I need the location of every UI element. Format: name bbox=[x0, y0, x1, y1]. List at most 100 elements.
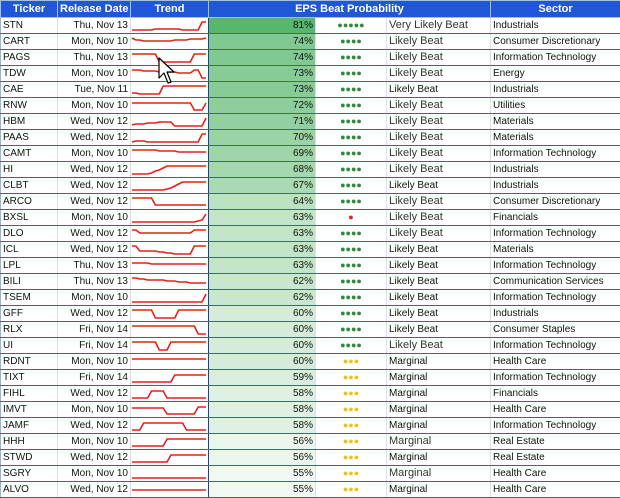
ticker-cell[interactable]: TIXT bbox=[1, 370, 58, 386]
table-row[interactable]: CLBTWed, Nov 1267%●●●●Likely BeatIndustr… bbox=[1, 178, 620, 194]
table-row[interactable]: TDWMon, Nov 1073%●●●●Likely BeatEnergy bbox=[1, 66, 620, 82]
ticker-cell[interactable]: CART bbox=[1, 34, 58, 50]
table-row[interactable]: DLOWed, Nov 1263%●●●●Likely BeatInformat… bbox=[1, 226, 620, 242]
sector-cell: Information Technology bbox=[491, 258, 620, 274]
sector-cell: Health Care bbox=[491, 466, 620, 482]
earnings-table: Ticker Release Date Trend EPS Beat Proba… bbox=[0, 0, 620, 498]
trend-sparkline-cell bbox=[131, 418, 209, 434]
trend-line bbox=[132, 263, 206, 264]
ticker-cell[interactable]: BXSL bbox=[1, 210, 58, 226]
table-row[interactable]: PAASWed, Nov 1270%●●●●Likely BeatMateria… bbox=[1, 130, 620, 146]
header-trend[interactable]: Trend bbox=[131, 1, 209, 18]
table-row[interactable]: LPLThu, Nov 1363%●●●●Likely BeatInformat… bbox=[1, 258, 620, 274]
trend-sparkline-cell bbox=[131, 274, 209, 290]
trend-sparkline-cell bbox=[131, 114, 209, 130]
ticker-cell[interactable]: ALVO bbox=[1, 482, 58, 498]
ticker-cell[interactable]: HI bbox=[1, 162, 58, 178]
release-date-cell: Mon, Nov 10 bbox=[58, 146, 131, 162]
table-row[interactable]: FIHLWed, Nov 1258%●●●MarginalFinancials bbox=[1, 386, 620, 402]
ticker-cell[interactable]: RNW bbox=[1, 98, 58, 114]
probability-value-cell: 60% bbox=[209, 338, 316, 354]
table-row[interactable]: CAETue, Nov 1173%●●●●Likely BeatIndustri… bbox=[1, 82, 620, 98]
table-row[interactable]: CAMTMon, Nov 1069%●●●●Likely BeatInforma… bbox=[1, 146, 620, 162]
sector-cell: Industrials bbox=[491, 18, 620, 34]
ticker-cell[interactable]: DLO bbox=[1, 226, 58, 242]
ticker-cell[interactable]: ARCO bbox=[1, 194, 58, 210]
ticker-cell[interactable]: BILI bbox=[1, 274, 58, 290]
ticker-cell[interactable]: PAAS bbox=[1, 130, 58, 146]
table-row[interactable]: BILIThu, Nov 1362%●●●●Likely BeatCommuni… bbox=[1, 274, 620, 290]
ticker-cell[interactable]: HHH bbox=[1, 434, 58, 450]
table-row[interactable]: STNThu, Nov 1381%●●●●●Very Likely BeatIn… bbox=[1, 18, 620, 34]
release-date-cell: Thu, Nov 13 bbox=[58, 258, 131, 274]
table-row[interactable]: ARCOWed, Nov 1264%●●●●Likely BeatConsume… bbox=[1, 194, 620, 210]
table-row[interactable]: ALVOWed, Nov 1255%●●●MarginalHealth Care bbox=[1, 482, 620, 498]
ticker-cell[interactable]: CAMT bbox=[1, 146, 58, 162]
probability-dots: ●●●● bbox=[316, 178, 387, 194]
ticker-cell[interactable]: UI bbox=[1, 338, 58, 354]
probability-value-cell: 74% bbox=[209, 34, 316, 50]
table-row[interactable]: TSEMMon, Nov 1062%●●●●Likely BeatInforma… bbox=[1, 290, 620, 306]
probability-dots: ●●● bbox=[316, 450, 387, 466]
probability-value-cell: 73% bbox=[209, 66, 316, 82]
trend-line bbox=[132, 54, 206, 62]
ticker-cell[interactable]: RLX bbox=[1, 322, 58, 338]
ticker-cell[interactable]: TDW bbox=[1, 66, 58, 82]
table-row[interactable]: JAMFWed, Nov 1258%●●●MarginalInformation… bbox=[1, 418, 620, 434]
table-row[interactable]: RLXFri, Nov 1460%●●●●Likely BeatConsumer… bbox=[1, 322, 620, 338]
ticker-cell[interactable]: RDNT bbox=[1, 354, 58, 370]
ticker-cell[interactable]: STWD bbox=[1, 450, 58, 466]
table-row[interactable]: STWDWed, Nov 1256%●●●MarginalReal Estate bbox=[1, 450, 620, 466]
ticker-cell[interactable]: LPL bbox=[1, 258, 58, 274]
table-row[interactable]: PAGSThu, Nov 1374%●●●●Likely BeatInforma… bbox=[1, 50, 620, 66]
probability-dots: ●●●● bbox=[316, 258, 387, 274]
ticker-cell[interactable]: ICL bbox=[1, 242, 58, 258]
ticker-cell[interactable]: CAE bbox=[1, 82, 58, 98]
table-row[interactable]: ICLWed, Nov 1263%●●●●Likely BeatMaterial… bbox=[1, 242, 620, 258]
trend-sparkline-cell bbox=[131, 146, 209, 162]
header-release-date[interactable]: Release Date bbox=[58, 1, 131, 18]
ticker-cell[interactable]: JAMF bbox=[1, 418, 58, 434]
trend-sparkline-cell bbox=[131, 194, 209, 210]
table-row[interactable]: CARTMon, Nov 1074%●●●●Likely BeatConsume… bbox=[1, 34, 620, 50]
table-row[interactable]: UIFri, Nov 1460%●●●●Likely BeatInformati… bbox=[1, 338, 620, 354]
table-row[interactable]: HBMWed, Nov 1271%●●●●Likely BeatMaterial… bbox=[1, 114, 620, 130]
probability-value-cell: 72% bbox=[209, 98, 316, 114]
ticker-cell[interactable]: HBM bbox=[1, 114, 58, 130]
beat-label: Marginal bbox=[387, 370, 491, 386]
ticker-cell[interactable]: STN bbox=[1, 18, 58, 34]
table-row[interactable]: SGRYMon, Nov 1055%●●●MarginalHealth Care bbox=[1, 466, 620, 482]
table-row[interactable]: BXSLMon, Nov 1063%●Likely BeatFinancials bbox=[1, 210, 620, 226]
probability-value-cell: 74% bbox=[209, 50, 316, 66]
probability-value-cell: 56% bbox=[209, 434, 316, 450]
beat-label: Likely Beat bbox=[387, 178, 491, 194]
table-row[interactable]: RDNTMon, Nov 1060%●●●MarginalHealth Care bbox=[1, 354, 620, 370]
table-row[interactable]: GFFWed, Nov 1260%●●●●Likely BeatIndustri… bbox=[1, 306, 620, 322]
ticker-cell[interactable]: SGRY bbox=[1, 466, 58, 482]
trend-sparkline bbox=[131, 146, 207, 161]
header-ticker[interactable]: Ticker bbox=[1, 1, 58, 18]
sector-cell: Financials bbox=[491, 210, 620, 226]
probability-value-cell: 58% bbox=[209, 402, 316, 418]
table-row[interactable]: IMVTMon, Nov 1058%●●●MarginalHealth Care bbox=[1, 402, 620, 418]
release-date-cell: Mon, Nov 10 bbox=[58, 354, 131, 370]
release-date-cell: Wed, Nov 12 bbox=[58, 386, 131, 402]
table-row[interactable]: RNWMon, Nov 1072%●●●●Likely BeatUtilitie… bbox=[1, 98, 620, 114]
probability-dots: ●●●● bbox=[316, 322, 387, 338]
trend-sparkline-cell bbox=[131, 402, 209, 418]
table-row[interactable]: HHHMon, Nov 1056%●●●MarginalReal Estate bbox=[1, 434, 620, 450]
ticker-cell[interactable]: FIHL bbox=[1, 386, 58, 402]
trend-sparkline bbox=[131, 290, 207, 305]
beat-label: Marginal bbox=[387, 386, 491, 402]
header-eps-beat-probability[interactable]: EPS Beat Probability bbox=[209, 1, 491, 18]
table-row[interactable]: TIXTFri, Nov 1459%●●●MarginalInformation… bbox=[1, 370, 620, 386]
ticker-cell[interactable]: IMVT bbox=[1, 402, 58, 418]
ticker-cell[interactable]: PAGS bbox=[1, 50, 58, 66]
table-row[interactable]: HIWed, Nov 1268%●●●●Likely BeatIndustria… bbox=[1, 162, 620, 178]
probability-value-cell: 58% bbox=[209, 418, 316, 434]
ticker-cell[interactable]: GFF bbox=[1, 306, 58, 322]
ticker-cell[interactable]: CLBT bbox=[1, 178, 58, 194]
trend-sparkline-cell bbox=[131, 466, 209, 482]
ticker-cell[interactable]: TSEM bbox=[1, 290, 58, 306]
header-sector[interactable]: Sector bbox=[491, 1, 620, 18]
